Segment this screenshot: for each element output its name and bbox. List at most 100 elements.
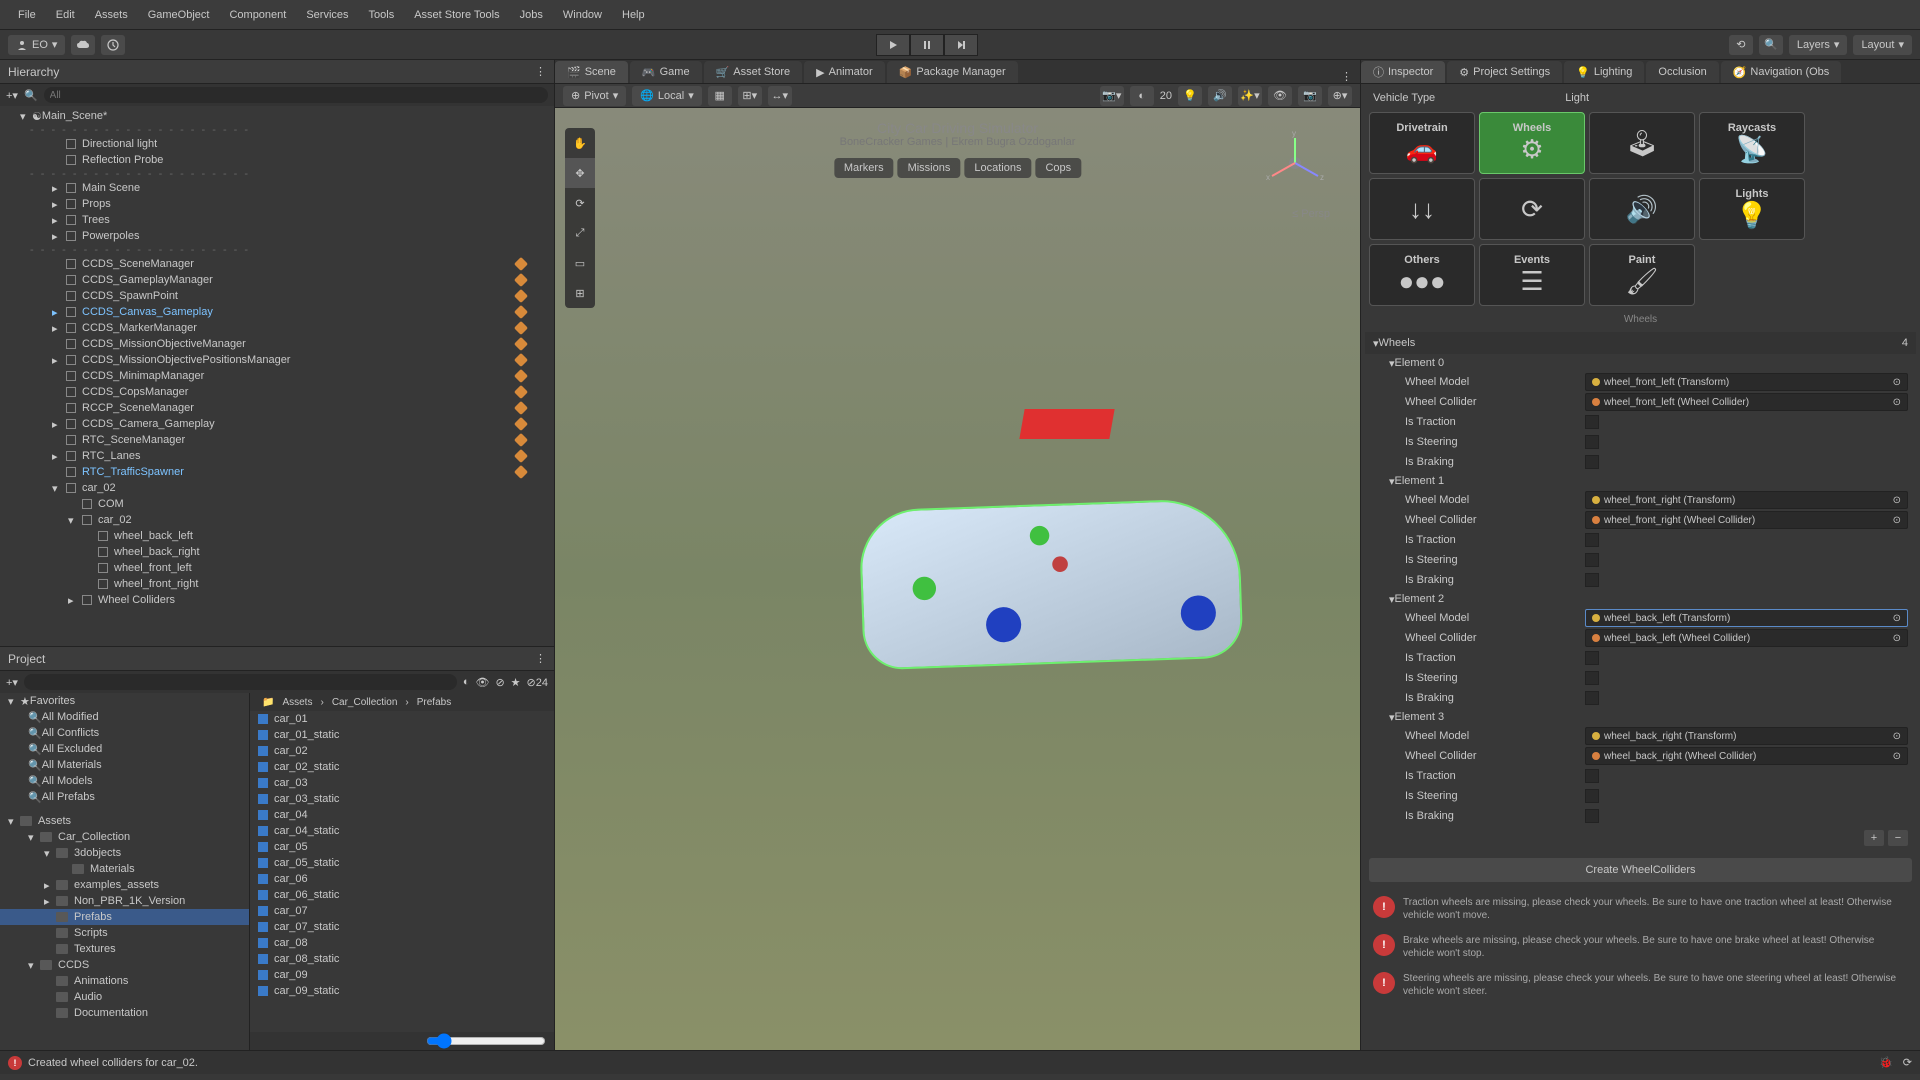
project-asset-list[interactable]: car_01car_01_staticcar_02car_02_staticca…	[250, 711, 554, 1032]
local-dropdown[interactable]: 🌐Local▾	[632, 86, 702, 106]
search-icon[interactable]: 🔍	[1759, 35, 1783, 55]
rotate-tool-icon[interactable]: ⟳	[565, 188, 595, 218]
checkbox[interactable]	[1585, 691, 1599, 705]
project-folder-tree[interactable]: ▾★ Favorites🔍 All Modified🔍 All Conflict…	[0, 693, 250, 1050]
tab-game[interactable]: 🎮Game	[630, 61, 702, 83]
favorite-item[interactable]: 🔍 All Excluded	[0, 741, 249, 757]
hierarchy-item[interactable]: ▸Main Scene	[0, 180, 554, 196]
object-field[interactable]: wheel_back_right (Wheel Collider)⊙	[1585, 747, 1908, 765]
wheel-element-header[interactable]: ▾ Element 3	[1365, 708, 1916, 726]
project-prefab-item[interactable]: car_08	[250, 935, 554, 951]
favorite-item[interactable]: 🔍 All Prefabs	[0, 789, 249, 805]
object-field[interactable]: wheel_front_right (Wheel Collider)⊙	[1585, 511, 1908, 529]
checkbox[interactable]	[1585, 455, 1599, 469]
gizmos-dropdown-icon[interactable]: ⊕▾	[1328, 86, 1352, 106]
project-prefab-item[interactable]: car_03_static	[250, 791, 554, 807]
scene-car-mesh[interactable]	[858, 497, 1243, 670]
rect-tool-icon[interactable]: ▭	[565, 248, 595, 278]
menu-assetstoretools[interactable]: Asset Store Tools	[404, 9, 509, 21]
object-field[interactable]: wheel_back_right (Transform)⊙	[1585, 727, 1908, 745]
menu-jobs[interactable]: Jobs	[510, 9, 553, 21]
fx-toggle-icon[interactable]: ✨▾	[1238, 86, 1262, 106]
cloud-icon[interactable]	[71, 35, 95, 55]
menu-assets[interactable]: Assets	[85, 9, 138, 21]
hierarchy-tree[interactable]: ▾☯ Main_Scene*- - - - - - - - - - - - - …	[0, 106, 554, 646]
favorite-item[interactable]: 🔍 All Models	[0, 773, 249, 789]
snap-settings-icon[interactable]: ⊞▾	[738, 86, 762, 106]
project-prefab-item[interactable]: car_02_static	[250, 759, 554, 775]
hierarchy-item[interactable]: RTC_TrafficSpawner	[0, 464, 554, 480]
project-folder[interactable]: ▾CCDS	[0, 957, 249, 973]
pause-button[interactable]	[910, 34, 944, 56]
project-prefab-item[interactable]: car_01	[250, 711, 554, 727]
tab-packagemanager[interactable]: 📦Package Manager	[887, 61, 1018, 83]
hierarchy-item[interactable]: ▾car_02	[0, 512, 554, 528]
hierarchy-item[interactable]: CCDS_CopsManager	[0, 384, 554, 400]
menu-edit[interactable]: Edit	[46, 9, 85, 21]
vehicle-tile-lights[interactable]: Lights💡	[1699, 178, 1805, 240]
hierarchy-item[interactable]: ▸CCDS_Camera_Gameplay	[0, 416, 554, 432]
menu-file[interactable]: File	[8, 9, 46, 21]
error-icon[interactable]: !	[8, 1056, 22, 1070]
tab-assetstore[interactable]: 🛒Asset Store	[704, 61, 803, 83]
pivot-dropdown[interactable]: ⊕Pivot▾	[563, 86, 626, 106]
menu-tools[interactable]: Tools	[359, 9, 405, 21]
vehicle-tile-icon6[interactable]: 🔊	[1589, 178, 1695, 240]
project-folder[interactable]: Textures	[0, 941, 249, 957]
object-field[interactable]: wheel_front_left (Wheel Collider)⊙	[1585, 393, 1908, 411]
project-folder[interactable]: Materials	[0, 861, 249, 877]
menu-services[interactable]: Services	[296, 9, 358, 21]
project-prefab-item[interactable]: car_06_static	[250, 887, 554, 903]
missions-button[interactable]: Missions	[898, 158, 961, 178]
checkbox[interactable]	[1585, 573, 1599, 587]
hierarchy-item[interactable]: wheel_front_left	[0, 560, 554, 576]
scene-view[interactable]: ✋ ✥ ⟳ ⤢ ▭ ⊞ City Car Driving Simulator B…	[555, 108, 1360, 1050]
checkbox[interactable]	[1585, 671, 1599, 685]
project-folder[interactable]: Audio	[0, 989, 249, 1005]
project-folder[interactable]: ▾Car_Collection	[0, 829, 249, 845]
hierarchy-item[interactable]: ▸CCDS_MissionObjectivePositionsManager	[0, 352, 554, 368]
camera-icon[interactable]: 📷	[1298, 86, 1322, 106]
layout-dropdown[interactable]: Layout▾	[1853, 35, 1912, 55]
project-prefab-item[interactable]: car_05_static	[250, 855, 554, 871]
project-prefab-item[interactable]: car_09_static	[250, 983, 554, 999]
project-menu-icon[interactable]: ⋮	[535, 652, 546, 665]
tab-navigation[interactable]: 🧭Navigation (Obs	[1721, 61, 1842, 83]
project-folder[interactable]: Prefabs	[0, 909, 249, 925]
center-menu-icon[interactable]: ⋮	[1333, 70, 1360, 83]
persp-label[interactable]: ≤ Persp	[1292, 208, 1330, 220]
play-button[interactable]	[876, 34, 910, 56]
hierarchy-item[interactable]: wheel_back_right	[0, 544, 554, 560]
project-prefab-item[interactable]: car_01_static	[250, 727, 554, 743]
step-button[interactable]	[944, 34, 978, 56]
checkbox[interactable]	[1585, 553, 1599, 567]
hierarchy-menu-icon[interactable]: ⋮	[535, 65, 546, 78]
project-visibility-icon[interactable]: 👁	[475, 676, 489, 689]
create-wheelcolliders-button[interactable]: Create WheelColliders	[1369, 858, 1912, 882]
menu-window[interactable]: Window	[553, 9, 612, 21]
hierarchy-item[interactable]: CCDS_SpawnPoint	[0, 288, 554, 304]
remove-element-button[interactable]: −	[1888, 830, 1908, 846]
project-star-icon[interactable]: ★	[511, 676, 521, 689]
checkbox[interactable]	[1585, 533, 1599, 547]
move-tool-icon[interactable]: ✥	[565, 158, 595, 188]
grid-snap-icon[interactable]: ▦	[708, 86, 732, 106]
project-filter-icon[interactable]: ◐	[463, 676, 470, 688]
tab-occlusion[interactable]: Occlusion	[1646, 61, 1718, 83]
favorite-item[interactable]: 🔍 All Conflicts	[0, 725, 249, 741]
project-folder[interactable]: Animations	[0, 973, 249, 989]
2d-toggle-icon[interactable]: ◐	[1130, 86, 1154, 106]
wheel-element-header[interactable]: ▾ Element 1	[1365, 472, 1916, 490]
project-prefab-item[interactable]: car_06	[250, 871, 554, 887]
hierarchy-item[interactable]: CCDS_GameplayManager	[0, 272, 554, 288]
favorite-item[interactable]: 🔍 All Materials	[0, 757, 249, 773]
lighting-toggle-icon[interactable]: 💡	[1178, 86, 1202, 106]
project-hidden-icon[interactable]: ⊘	[495, 676, 504, 689]
vehicle-tile-icon4[interactable]: ↓↓	[1369, 178, 1475, 240]
vehicle-tile-icon5[interactable]: ⟳	[1479, 178, 1585, 240]
project-folder[interactable]: Scripts	[0, 925, 249, 941]
vehicle-tile-events[interactable]: Events☰	[1479, 244, 1585, 306]
hierarchy-item[interactable]: Reflection Probe	[0, 152, 554, 168]
view-tool-icon[interactable]: ✋	[565, 128, 595, 158]
hierarchy-item[interactable]: RTC_SceneManager	[0, 432, 554, 448]
